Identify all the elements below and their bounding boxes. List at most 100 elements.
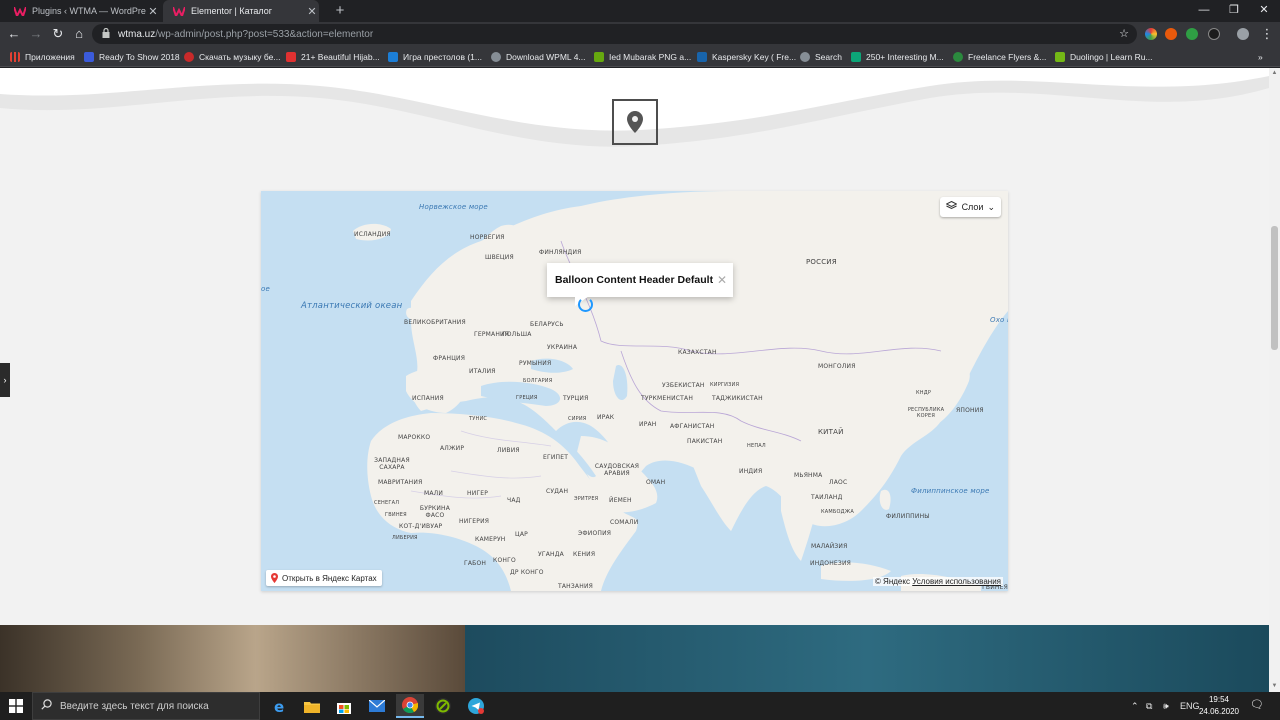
site-icon [594,51,604,62]
map-label: АЛЖИР [440,445,465,452]
map-label: Норвежское море [419,203,488,211]
menu-kebab-icon[interactable]: ⋮ [1258,25,1276,43]
system-clock[interactable]: 19:54 24.06.2020 [1197,694,1241,718]
map-label: ЛИБЕРИЯ [392,535,418,541]
taskbar-search-box[interactable]: Введите здесь текст для поиска [32,692,260,720]
start-button[interactable] [0,692,32,720]
bookmark-item[interactable]: Kaspersky Key ( Fre... [697,50,796,63]
edge-icon: e [274,698,284,714]
page-scrollbar[interactable]: ▲ ▼ [1269,68,1280,692]
map-label: ТАНЗАНИЯ [558,583,594,590]
url-path: /wp-admin/post.php?post=533&action=eleme… [155,28,374,40]
bookmark-label: Search [815,51,842,62]
balloon-title: Balloon Content Header Default [555,274,714,286]
terms-link[interactable]: Условия использования [912,577,1001,586]
map-label: ЗАПАДНАЯ САХАРА [374,457,410,471]
page-content: Норвежское море ИСЛАНДИЯ НОРВЕГИЯ ШВЕЦИЯ… [0,68,1269,692]
minimize-button[interactable]: — [1190,0,1218,22]
network-icon[interactable]: ⧉ [1146,692,1152,720]
map-label: КОТ-Д'ИВУАР [399,523,443,530]
volume-icon[interactable]: 🕪 [1163,692,1169,720]
show-hidden-icons[interactable]: ⌃ [1131,692,1139,720]
green-app[interactable] [429,694,457,718]
site-icon [851,51,861,62]
bookmark-item[interactable]: Скачать музыку бе... [184,50,280,63]
bookmark-label: Ready To Show 2018 [99,51,180,62]
tab-title: Elementor | Каталог [191,6,273,16]
map-label: ое [261,285,270,293]
bookmark-apps[interactable]: Приложения [10,50,75,63]
bottom-image-left [0,625,465,692]
layers-dropdown[interactable]: Слои ⌄ [939,197,1001,217]
notifications-icon[interactable]: 🗨 [1249,698,1265,714]
bookmark-label: Приложения [25,51,75,62]
bookmarks-overflow-icon[interactable]: » [1258,50,1263,63]
extension-color-icon[interactable] [1145,28,1157,40]
svg-text:e: e [274,698,284,714]
home-button[interactable]: ⌂ [70,25,88,43]
telegram-app[interactable] [462,694,490,718]
bookmark-item[interactable]: 250+ Interesting M... [851,50,944,63]
bookmark-item[interactable]: Игра престолов (1... [388,50,482,63]
map-label: ШВЕЦИЯ [485,254,514,261]
mail-icon [369,700,385,712]
extension-w-icon[interactable] [1165,28,1177,40]
new-tab-button[interactable]: + [332,2,348,20]
map-label: ЛИВИЯ [497,447,520,454]
bookmark-item[interactable]: Download WPML 4... [491,50,586,63]
bookmark-item[interactable]: Ied Mubarak PNG a... [594,50,691,63]
chrome-app[interactable] [396,694,424,718]
extension-green-icon[interactable] [1186,28,1198,40]
address-bar[interactable]: wtma.uz /wp-admin/post.php?post=533&acti… [92,24,1137,44]
profile-avatar[interactable] [1237,28,1249,40]
mail-app[interactable] [363,694,391,718]
close-window-button[interactable]: ✕ [1250,0,1278,22]
scrollbar-thumb[interactable] [1271,226,1278,350]
reload-button[interactable]: ↻ [49,25,67,43]
telegram-icon [468,698,484,714]
map-label: ЦАР [515,531,528,538]
open-in-yandex-maps-link[interactable]: Открыть в Яндекс Картах [266,570,382,586]
bookmark-item[interactable]: Ready To Show 2018 [84,50,180,63]
scroll-up-arrow-icon[interactable]: ▲ [1269,68,1280,79]
site-icon [953,51,963,62]
map-label: ТУРЦИЯ [563,395,589,402]
close-tab-icon[interactable]: ✕ [305,5,319,18]
yandex-map[interactable]: Норвежское море ИСЛАНДИЯ НОРВЕГИЯ ШВЕЦИЯ… [261,191,1008,591]
map-label: ЭФИОПИЯ [578,530,612,537]
tab-elementor[interactable]: Elementor | Каталог ✕ [163,0,319,22]
elementor-panel-toggle[interactable]: › [0,363,10,397]
map-pin-box [612,99,658,145]
map-label: ЙЕМЕН [609,497,632,504]
bookmark-label: Freelance Flyers &... [968,51,1047,62]
close-icon[interactable]: ✕ [717,273,727,287]
map-pin-icon [627,111,643,133]
bookmark-star-icon[interactable]: ☆ [1119,27,1129,40]
bookmark-item[interactable]: 21+ Beautiful Hijab... [286,50,380,63]
map-label: КАМЕРУН [475,536,506,543]
bookmark-label: 250+ Interesting M... [866,51,944,62]
map-label: УГАНДА [538,551,564,558]
back-button[interactable]: ← [5,25,23,43]
chrome-icon [402,697,418,713]
lock-icon [102,27,112,41]
map-label: ГАБОН [464,560,487,567]
close-tab-icon[interactable]: ✕ [146,5,160,18]
bookmark-item[interactable]: Freelance Flyers &... [953,50,1046,63]
tab-plugins[interactable]: Plugins ‹ WTMA — WordPress ✕ [4,0,160,22]
maximize-button[interactable]: ❐ [1220,0,1248,22]
extension-dark-icon[interactable] [1208,28,1220,40]
map-label: КИТАЙ [818,428,844,436]
file-explorer-app[interactable] [298,694,326,718]
store-app[interactable] [330,694,358,718]
map-label: РОССИЯ [806,258,837,266]
scroll-down-arrow-icon[interactable]: ▼ [1269,681,1280,692]
bookmark-item[interactable]: Duolingo | Learn Ru... [1055,50,1153,63]
edge-app[interactable]: e [266,694,294,718]
bookmark-label: Duolingo | Learn Ru... [1070,51,1153,62]
map-label: СЕНЕГАЛ [374,500,400,506]
map-label: ЭРИТРЕЯ [574,496,599,502]
map-label: МАЛАЙЗИЯ [811,543,848,550]
forward-button[interactable]: → [27,25,45,43]
bookmark-item[interactable]: Search [800,50,842,63]
